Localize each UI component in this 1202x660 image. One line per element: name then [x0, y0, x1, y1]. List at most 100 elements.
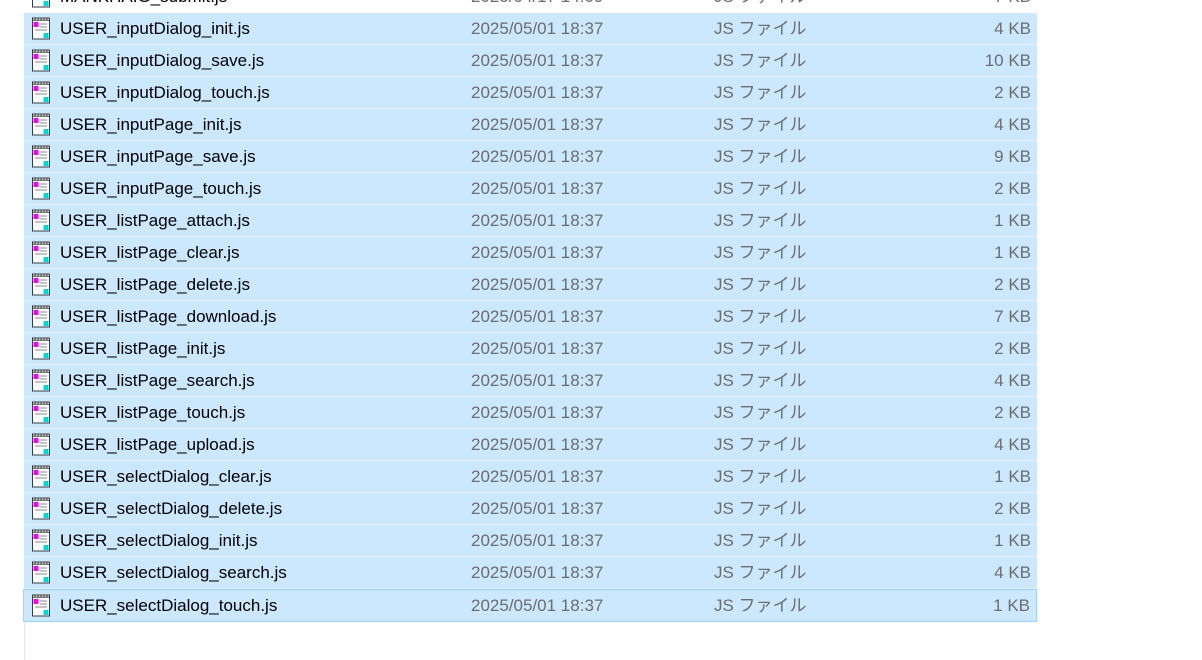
file-type: JS ファイル	[714, 596, 807, 615]
js-file-icon	[32, 529, 50, 552]
file-type: JS ファイル	[714, 243, 807, 262]
file-row[interactable]: USER_selectDialog_delete.js 2025/05/01 18…	[24, 493, 1037, 525]
file-type: JS ファイル	[714, 435, 807, 454]
file-name: USER_listPage_download.js	[60, 307, 277, 326]
file-name: USER_inputDialog_init.js	[60, 19, 250, 38]
file-size: 1 KB	[994, 211, 1031, 230]
file-row[interactable]: USER_listPage_search.js 2025/05/01 18:37 J…	[24, 365, 1037, 397]
file-row[interactable]: MANKHAIG_submit.js 2025/04/17 14:09 JS ファイ…	[24, 0, 1037, 13]
file-type: JS ファイル	[714, 467, 807, 486]
file-date-modified: 2025/05/01 18:37	[471, 243, 604, 262]
file-name: USER_listPage_init.js	[60, 339, 226, 358]
file-size: 4 KB	[994, 563, 1031, 582]
file-size: 2 KB	[994, 275, 1031, 294]
file-row[interactable]: USER_inputPage_init.js 2025/05/01 18:37 JS…	[24, 109, 1037, 141]
file-row[interactable]: USER_selectDialog_init.js 2025/05/01 18:3…	[24, 525, 1037, 557]
file-size: 4 KB	[994, 115, 1031, 134]
file-row[interactable]: USER_listPage_upload.js 2025/05/01 18:37 J…	[24, 429, 1037, 461]
file-date-modified: 2025/05/01 18:37	[471, 467, 604, 486]
file-list: MANKHAIG_submit.js 2025/04/17 14:09 JS ファイ…	[23, 0, 1037, 622]
file-type: JS ファイル	[714, 499, 807, 518]
file-row[interactable]: USER_selectDialog_search.js 2025/05/01 18…	[24, 557, 1037, 589]
file-name: USER_listPage_attach.js	[60, 211, 250, 230]
file-name: USER_selectDialog_init.js	[60, 531, 258, 550]
js-file-icon	[32, 401, 50, 424]
file-name: USER_selectDialog_search.js	[60, 563, 287, 582]
file-row[interactable]: USER_listPage_init.js 2025/05/01 18:37 JS …	[24, 333, 1037, 365]
file-row[interactable]: USER_selectDialog_clear.js 2025/05/01 18:…	[24, 461, 1037, 493]
file-date-modified: 2025/05/01 18:37	[471, 115, 604, 134]
file-name: USER_listPage_clear.js	[60, 243, 240, 262]
file-date-modified: 2025/05/01 18:37	[471, 147, 604, 166]
file-row[interactable]: USER_inputDialog_touch.js 2025/05/01 18:3…	[24, 77, 1037, 109]
file-type: JS ファイル	[714, 51, 807, 70]
file-date-modified: 2025/05/01 18:37	[471, 211, 604, 230]
file-date-modified: 2025/04/17 14:09	[471, 0, 603, 12]
file-type: JS ファイル	[714, 531, 807, 550]
file-row[interactable]: USER_selectDialog_touch.js 2025/05/01 18:…	[23, 589, 1037, 622]
file-row[interactable]: USER_listPage_download.js 2025/05/01 18:3…	[24, 301, 1037, 333]
js-file-icon	[32, 561, 50, 584]
file-name: USER_selectDialog_delete.js	[60, 499, 283, 518]
file-row[interactable]: USER_listPage_delete.js 2025/05/01 18:37 J…	[24, 269, 1037, 301]
file-row[interactable]: USER_listPage_touch.js 2025/05/01 18:37 JS…	[24, 397, 1037, 429]
file-name: USER_inputPage_save.js	[60, 147, 256, 166]
file-date-modified: 2025/05/01 18:37	[471, 435, 604, 454]
file-date-modified: 2025/05/01 18:37	[471, 339, 604, 358]
js-file-icon	[32, 81, 50, 104]
file-size: 1 KB	[994, 467, 1031, 486]
file-name: USER_selectDialog_clear.js	[60, 467, 272, 486]
file-type: JS ファイル	[714, 339, 807, 358]
file-type: JS ファイル	[714, 563, 807, 582]
file-row[interactable]: USER_listPage_attach.js 2025/05/01 18:37 J…	[24, 205, 1037, 237]
file-date-modified: 2025/05/01 18:37	[471, 51, 604, 70]
file-size: 7 KB	[994, 0, 1031, 12]
file-date-modified: 2025/05/01 18:37	[471, 275, 604, 294]
file-explorer-list-pane: MANKHAIG_submit.js 2025/04/17 14:09 JS ファイ…	[0, 0, 1202, 660]
file-size: 2 KB	[994, 499, 1031, 518]
file-date-modified: 2025/05/01 18:37	[471, 371, 604, 390]
file-name: USER_inputDialog_touch.js	[60, 83, 270, 102]
file-date-modified: 2025/05/01 18:37	[471, 499, 604, 518]
file-size: 10 KB	[984, 51, 1031, 70]
file-date-modified: 2025/05/01 18:37	[471, 83, 604, 102]
file-name: USER_listPage_delete.js	[60, 275, 250, 294]
file-size: 1 KB	[993, 596, 1030, 615]
file-name: USER_listPage_touch.js	[60, 403, 246, 422]
file-type: JS ファイル	[714, 275, 807, 294]
js-file-icon	[32, 145, 50, 168]
file-size: 9 KB	[994, 147, 1031, 166]
file-row[interactable]: USER_listPage_clear.js 2025/05/01 18:37 JS…	[24, 237, 1037, 269]
js-file-icon	[32, 433, 50, 456]
file-size: 2 KB	[994, 83, 1031, 102]
file-size: 1 KB	[994, 531, 1031, 550]
file-size: 2 KB	[994, 403, 1031, 422]
file-row[interactable]: USER_inputPage_save.js 2025/05/01 18:37 JS…	[24, 141, 1037, 173]
file-row[interactable]: USER_inputDialog_save.js 2025/05/01 18:37…	[24, 45, 1037, 77]
file-row[interactable]: USER_inputDialog_init.js 2025/05/01 18:37…	[24, 13, 1037, 45]
file-type: JS ファイル	[714, 115, 807, 134]
file-date-modified: 2025/05/01 18:37	[471, 307, 604, 326]
js-file-icon	[32, 241, 50, 264]
file-size: 4 KB	[994, 19, 1031, 38]
file-name: USER_listPage_search.js	[60, 371, 255, 390]
file-name: USER_selectDialog_touch.js	[60, 596, 278, 615]
js-file-icon	[32, 17, 50, 40]
js-file-icon	[32, 337, 50, 360]
file-date-modified: 2025/05/01 18:37	[471, 179, 604, 198]
file-name: USER_inputPage_touch.js	[60, 179, 262, 198]
file-date-modified: 2025/05/01 18:37	[471, 596, 604, 615]
file-date-modified: 2025/05/01 18:37	[471, 531, 604, 550]
file-type: JS ファイル	[714, 0, 807, 12]
js-file-icon	[32, 0, 50, 8]
file-date-modified: 2025/05/01 18:37	[471, 403, 604, 422]
file-type: JS ファイル	[714, 19, 807, 38]
file-size: 7 KB	[994, 307, 1031, 326]
js-file-icon	[32, 305, 50, 328]
file-name: USER_listPage_upload.js	[60, 435, 255, 454]
js-file-icon	[32, 49, 50, 72]
file-row[interactable]: USER_inputPage_touch.js 2025/05/01 18:37 J…	[24, 173, 1037, 205]
file-type: JS ファイル	[714, 179, 807, 198]
file-type: JS ファイル	[714, 211, 807, 230]
file-type: JS ファイル	[714, 403, 807, 422]
